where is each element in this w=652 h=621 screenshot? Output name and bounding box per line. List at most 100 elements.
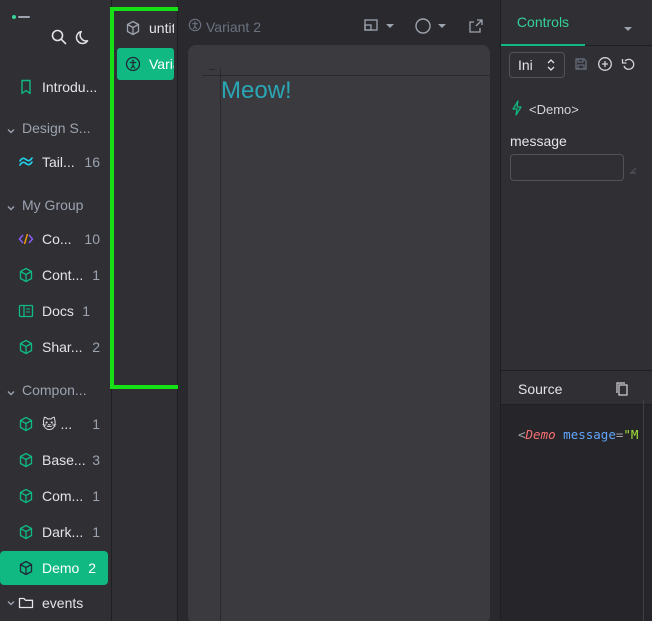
select-arrows-icon (546, 58, 556, 75)
sidebar-group-label: My Group (22, 197, 84, 213)
open-new-tab-icon[interactable] (468, 18, 484, 37)
sidebar-item-label: events (42, 595, 84, 611)
state-controls: Ini (509, 52, 565, 78)
eraser-icon[interactable] (628, 162, 638, 178)
sidebar-item-count: 1 (92, 416, 100, 432)
bookmark-icon (18, 79, 34, 95)
variant-label: untitled (149, 20, 174, 36)
sidebar-item-introduction[interactable]: Introdu... (0, 70, 112, 104)
cube-icon (18, 560, 34, 576)
chevron-down-icon[interactable] (623, 20, 633, 36)
cube-icon (18, 339, 34, 355)
source-header: Source (501, 371, 652, 405)
responsive-size-icon[interactable] (364, 18, 398, 37)
sidebar-item-cont[interactable]: Cont... 1 (0, 258, 112, 292)
sidebar-item-label: Shar... (42, 339, 83, 355)
sidebar-item-cat[interactable]: 🐱 ... 1 (0, 407, 112, 441)
sidebar-item-shared[interactable]: Shar... 2 (0, 330, 112, 364)
sidebar-item-count: 1 (82, 303, 90, 319)
tailwind-icon (18, 154, 34, 170)
app-logo[interactable] (12, 14, 32, 20)
sidebar-group-my-group[interactable]: My Group (0, 193, 112, 217)
reset-icon[interactable] (621, 57, 637, 74)
cube-icon (18, 416, 34, 432)
code-tag-open: < (518, 427, 526, 442)
search-icon[interactable] (50, 28, 68, 46)
sidebar-item-label: Co... (42, 231, 72, 247)
preview-canvas[interactable]: Meow! (188, 45, 490, 621)
tab-controls[interactable]: Controls (501, 0, 585, 46)
sidebar-item-label: Dark... (42, 524, 84, 540)
message-input[interactable] (510, 154, 624, 181)
dark-mode-icon[interactable] (75, 28, 93, 46)
sidebar-item-count: 2 (92, 339, 100, 355)
state-select-value: Ini (518, 57, 533, 73)
cube-icon (18, 267, 34, 283)
message-label: message (510, 133, 567, 149)
preview-text: Meow! (221, 77, 292, 104)
sidebar-item-label: Demo (42, 560, 80, 576)
variant-label: Variant 2 (149, 56, 174, 72)
background-toggle-icon[interactable] (414, 18, 450, 37)
sidebar-item-tailwind[interactable]: Tail... 16 (0, 145, 112, 179)
folder-icon (18, 595, 34, 611)
cube-icon (125, 20, 141, 36)
sidebar-item-label: Docs (42, 303, 74, 319)
variant-item-untitled[interactable]: untitled (117, 12, 174, 44)
variant-title-text: Variant 2 (206, 18, 261, 35)
save-icon[interactable] (574, 57, 588, 74)
sidebar-item-events[interactable]: events (0, 588, 112, 618)
chevron-down-icon (6, 200, 16, 211)
sidebar-group-label: Compon... (22, 382, 87, 398)
source-title: Source (518, 381, 563, 397)
sidebar-item-count: 10 (84, 231, 100, 247)
code-string: "M (623, 427, 639, 442)
variant-title: Variant 2 (188, 18, 261, 35)
cube-icon (18, 524, 34, 540)
sidebar-item-count: 2 (88, 560, 96, 576)
sidebar-item-demo[interactable]: Demo 2 (0, 551, 108, 585)
panel-tabs: Controls (501, 0, 652, 46)
lightning-icon (511, 100, 523, 119)
sidebar-item-label: Base... (42, 452, 86, 468)
chevron-down-icon (6, 123, 16, 134)
add-circle-icon[interactable] (597, 56, 613, 75)
variant-item-variant-2[interactable]: Variant 2 (117, 48, 174, 80)
chevron-down-icon (6, 595, 16, 611)
chevron-down-icon (6, 385, 16, 396)
code-icon (18, 231, 34, 247)
sidebar-item-code[interactable]: Co... 10 (0, 222, 112, 256)
source-code[interactable]: <Demo message="M (518, 427, 638, 442)
copy-icon[interactable] (615, 381, 629, 400)
cube-icon (18, 488, 34, 504)
sidebar-item-label: Introdu... (42, 79, 98, 95)
accessibility-icon (188, 18, 206, 35)
source-section: Source <Demo message="M (501, 370, 652, 621)
sidebar-item-dark[interactable]: Dark... 1 (0, 515, 112, 549)
sidebar-item-count: 1 (92, 488, 100, 504)
sidebar-item-label: 🐱 ... (42, 415, 73, 432)
sidebar-item-count: 1 (92, 267, 100, 283)
accessibility-icon (125, 56, 141, 72)
sidebar-item-base[interactable]: Base... 3 (0, 443, 112, 477)
component-tag: <Demo> (529, 102, 579, 117)
sidebar-item-label: Cont... (42, 267, 84, 283)
sidebar-group-label: Design S... (22, 120, 91, 136)
sidebar-group-design-system[interactable]: Design S... (0, 116, 112, 140)
sidebar-item-count: 16 (84, 154, 100, 170)
sidebar-item-label: Com... (42, 488, 84, 504)
sidebar-item-count: 3 (92, 452, 100, 468)
sidebar-item-label: Tail... (42, 154, 75, 170)
right-panel: Controls Ini <Demo> message Source <Demo… (500, 0, 652, 621)
preview-area: Meow! (178, 42, 500, 621)
code-attr: message (563, 427, 616, 442)
book-icon (18, 303, 34, 319)
component-name: <Demo> (511, 100, 579, 119)
variants-panel: untitled Variant 2 (112, 0, 178, 621)
sidebar-item-com[interactable]: Com... 1 (0, 479, 112, 513)
state-select[interactable]: Ini (509, 52, 565, 78)
scrollbar-divider (643, 400, 644, 621)
sidebar-item-docs[interactable]: Docs 1 (0, 294, 112, 328)
cube-icon (18, 452, 34, 468)
sidebar-group-components[interactable]: Compon... (0, 378, 112, 402)
